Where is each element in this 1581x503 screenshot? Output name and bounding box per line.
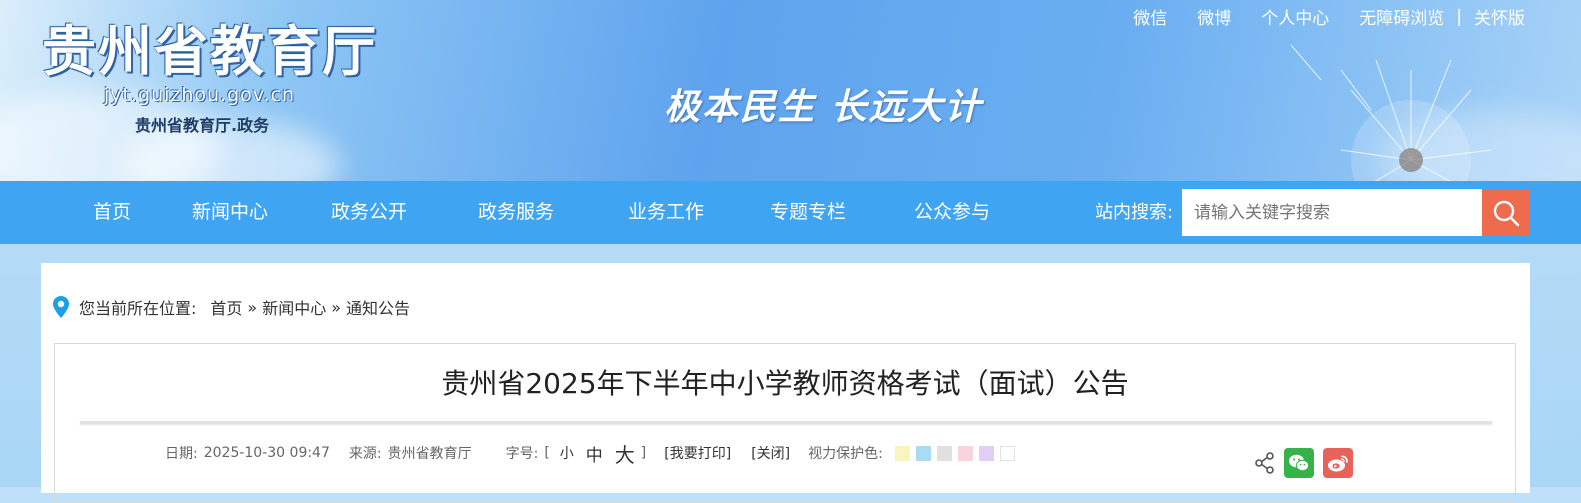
nav-item-government-affairs[interactable]: 政务公开: [331, 181, 407, 244]
nav-item-home[interactable]: 首页: [93, 181, 131, 244]
eye-care-swatch-4[interactable]: [978, 445, 994, 461]
breadcrumb: 您当前所在位置: 首页 » 新闻中心 » 通知公告: [53, 295, 410, 319]
source-label: 来源:: [348, 446, 382, 462]
personal-center-link[interactable]: 个人中心: [1261, 4, 1329, 29]
location-pin-icon: [53, 296, 69, 318]
site-logo-title: 贵州省教育厅: [42, 20, 378, 83]
search-icon: [1493, 200, 1519, 226]
wechat-icon: [1289, 454, 1310, 472]
slogan: 极本民生 长远大计: [664, 87, 983, 128]
print-button[interactable]: [我要打印]: [664, 443, 731, 463]
nav-item-government-services[interactable]: 政务服务: [478, 181, 554, 244]
eye-care-swatch-3[interactable]: [957, 445, 973, 461]
site-header: 贵州省教育厅 jyt.guizhou.gov.cn 贵州省教育厅.政务 极本民生…: [0, 0, 1581, 181]
breadcrumb-prefix: 您当前所在位置:: [79, 299, 197, 318]
wechat-link[interactable]: 微信: [1133, 4, 1167, 29]
breadcrumb-notices[interactable]: 通知公告: [346, 295, 410, 319]
publish-date: 2025-10-30 09:47: [203, 445, 330, 461]
care-version-link[interactable]: 关怀版: [1474, 4, 1525, 29]
eye-care-swatch-0[interactable]: [894, 445, 910, 461]
breadcrumb-separator: »: [331, 297, 342, 317]
breadcrumb-home[interactable]: 首页: [210, 295, 242, 319]
fontsize-label: 字号:: [505, 446, 539, 462]
article-meta: 日期: 2025-10-30 09:47 来源: 贵州省教育厅 字号: [ 小 …: [165, 441, 1021, 467]
dandelion-decoration: [1290, 44, 1492, 181]
fontsize-bracket-open: [: [544, 445, 550, 461]
article-title: 贵州省2025年下半年中小学教师资格考试（面试）公告: [441, 367, 1129, 400]
content-panel: 您当前所在位置: 首页 » 新闻中心 » 通知公告 贵州省2025年下半年中小学…: [41, 263, 1530, 503]
font-medium-button[interactable]: 中: [586, 441, 603, 466]
eye-care-swatch-5[interactable]: [999, 445, 1015, 461]
share-icon[interactable]: [1255, 452, 1275, 474]
article-box: 贵州省2025年下半年中小学教师资格考试（面试）公告 日期: 2025-10-3…: [54, 343, 1516, 503]
main-nav: 首页 新闻中心 政务公开 政务服务 业务工作 专题专栏 公众参与 站内搜索:: [0, 181, 1581, 244]
site-subtitle: 贵州省教育厅.政务: [135, 116, 270, 135]
share-bar: [1255, 448, 1353, 478]
top-links: 微信 微博 个人中心 无障碍浏览 | 关怀版: [1103, 4, 1525, 30]
eye-care-swatch-1[interactable]: [915, 445, 931, 461]
breadcrumb-separator: »: [247, 297, 258, 317]
site-url: jyt.guizhou.gov.cn: [104, 84, 296, 106]
search-input[interactable]: [1182, 189, 1482, 236]
nav-item-public-participation[interactable]: 公众参与: [914, 181, 990, 244]
weibo-share-button[interactable]: [1323, 448, 1353, 478]
search-button[interactable]: [1482, 189, 1529, 236]
accessible-browsing-link[interactable]: 无障碍浏览: [1359, 4, 1444, 29]
breadcrumb-news-center[interactable]: 新闻中心: [262, 295, 326, 319]
title-divider: [80, 421, 1492, 424]
font-small-button[interactable]: 小: [560, 443, 574, 463]
eye-care-swatches: [894, 445, 1021, 461]
font-large-button[interactable]: 大: [615, 439, 635, 468]
fontsize-bracket-close: ]: [640, 445, 647, 461]
source-value: 贵州省教育厅: [387, 446, 472, 462]
eye-care-label: 视力保护色:: [808, 446, 883, 462]
top-links-separator: |: [1456, 6, 1462, 27]
search-label: 站内搜索:: [1095, 202, 1174, 223]
date-label: 日期:: [165, 446, 198, 462]
eye-care-swatch-2[interactable]: [936, 445, 952, 461]
nav-item-business-work[interactable]: 业务工作: [628, 181, 704, 244]
close-button[interactable]: [关闭]: [751, 443, 790, 463]
weibo-link[interactable]: 微博: [1197, 4, 1231, 29]
nav-item-special-topics[interactable]: 专题专栏: [770, 181, 846, 244]
nav-item-news-center[interactable]: 新闻中心: [192, 181, 268, 244]
weibo-icon: [1328, 455, 1348, 472]
wechat-share-button[interactable]: [1284, 448, 1314, 478]
